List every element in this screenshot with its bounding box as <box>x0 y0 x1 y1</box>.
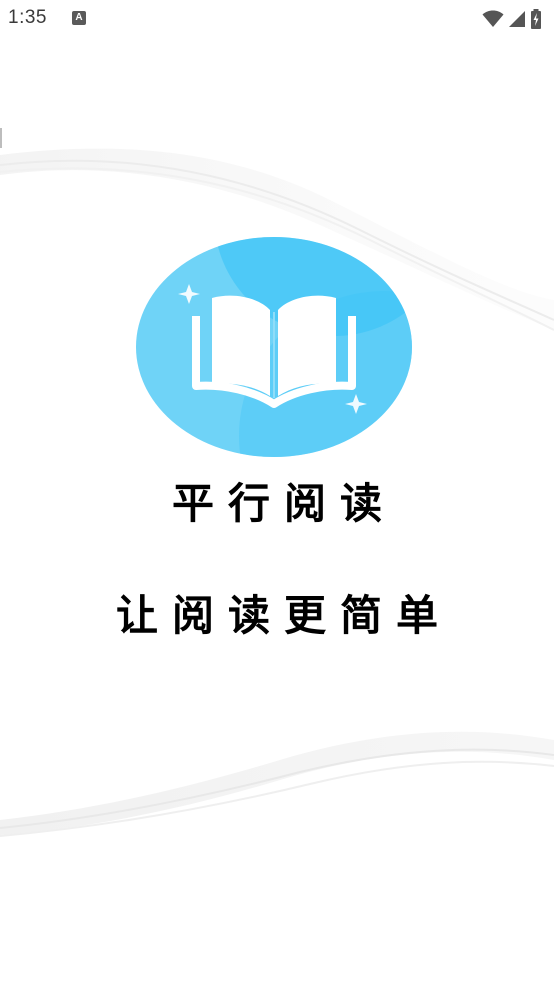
status-time: 1:35 <box>8 7 47 28</box>
wifi-icon <box>482 10 504 27</box>
app-logo <box>136 237 412 457</box>
cellular-signal-icon <box>509 11 525 27</box>
notification-icon: A <box>72 11 86 25</box>
status-icons <box>482 8 542 30</box>
status-bar: 1:35 A <box>0 0 554 38</box>
slogan: 让阅读更简单 <box>115 591 452 640</box>
left-edge-mark <box>0 128 2 148</box>
app-name: 平行阅读 <box>171 479 396 528</box>
battery-charging-icon <box>531 9 541 29</box>
